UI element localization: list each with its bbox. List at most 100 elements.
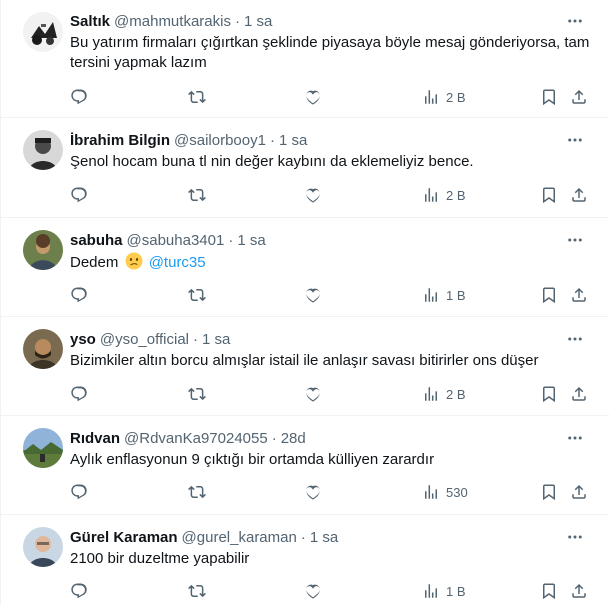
retweet-button[interactable] <box>188 580 206 602</box>
avatar[interactable] <box>23 329 63 369</box>
views-button[interactable]: 1 B <box>422 580 466 602</box>
reply-icon <box>71 187 87 203</box>
views-button[interactable]: 1 B <box>422 284 466 306</box>
bookmark-button[interactable] <box>540 184 558 206</box>
views-button[interactable]: 530 <box>422 481 468 503</box>
retweet-button[interactable] <box>188 284 206 306</box>
author-handle[interactable]: @gurel_karaman <box>182 529 297 546</box>
author-name[interactable]: Saltık <box>70 13 110 30</box>
tweet[interactable]: Saltık @mahmutkarakis · 1 sa Bu yatırım … <box>1 0 609 118</box>
share-icon <box>572 89 586 104</box>
separator-dot: · <box>193 330 199 348</box>
bookmark-button[interactable] <box>540 284 558 306</box>
action-bar: 2 B <box>1 383 609 405</box>
bookmark-icon <box>543 287 555 304</box>
more-icon[interactable] <box>564 11 586 31</box>
share-button[interactable] <box>570 580 588 602</box>
views-button[interactable]: 2 B <box>422 184 466 206</box>
timestamp[interactable]: 1 sa <box>244 13 272 30</box>
author-handle[interactable]: @yso_official <box>100 331 189 348</box>
retweet-icon <box>188 584 206 598</box>
retweet-icon <box>188 387 206 401</box>
separator-dot: · <box>228 231 234 249</box>
heart-icon <box>306 387 320 402</box>
like-button[interactable] <box>304 481 322 503</box>
avatar[interactable] <box>23 230 63 270</box>
share-button[interactable] <box>570 481 588 503</box>
separator-dot: · <box>269 131 275 149</box>
retweet-button[interactable] <box>188 383 206 405</box>
author-name[interactable]: yso <box>70 331 96 348</box>
bookmark-button[interactable] <box>540 580 558 602</box>
reply-icon <box>71 484 87 500</box>
action-bar: 530 <box>1 481 609 503</box>
more-icon[interactable] <box>564 130 586 150</box>
share-icon <box>572 187 586 202</box>
mention-link[interactable]: @turc35 <box>149 254 206 271</box>
retweet-icon <box>188 90 206 104</box>
author-name[interactable]: Rıdvan <box>70 430 120 447</box>
tweet-text: Aylık enflasyonun 9 çıktığı bir ortamda … <box>70 450 590 470</box>
confused-face-emoji-icon <box>125 252 143 270</box>
author-handle[interactable]: @RdvanKa97024055 <box>124 430 268 447</box>
share-button[interactable] <box>570 184 588 206</box>
separator-dot: · <box>271 429 277 447</box>
reply-button[interactable] <box>70 184 88 206</box>
author-name[interactable]: İbrahim Bilgin <box>70 132 170 149</box>
views-icon <box>425 288 437 302</box>
like-button[interactable] <box>304 580 322 602</box>
reply-button[interactable] <box>70 86 88 108</box>
views-count: 530 <box>446 484 468 500</box>
tweet[interactable]: yso @yso_official · 1 sa Bizimkiler altı… <box>1 318 609 416</box>
author-handle[interactable]: @sabuha3401 <box>127 232 225 249</box>
tweet-text-content: Bu yatırım firmaları çığırtkan şeklinde … <box>70 34 590 71</box>
timestamp[interactable]: 1 sa <box>279 132 307 149</box>
like-button[interactable] <box>304 184 322 206</box>
separator-dot: · <box>234 12 240 30</box>
author-handle[interactable]: @sailorbooy1 <box>174 132 266 149</box>
share-button[interactable] <box>570 383 588 405</box>
reply-icon <box>71 287 87 303</box>
tweet-text: Bizimkiler altın borcu almışlar istail i… <box>70 351 590 371</box>
views-button[interactable]: 2 B <box>422 383 466 405</box>
timestamp[interactable]: 28d <box>281 430 306 447</box>
avatar[interactable] <box>23 130 63 170</box>
timestamp[interactable]: 1 sa <box>237 232 265 249</box>
timestamp[interactable]: 1 sa <box>310 529 338 546</box>
retweet-button[interactable] <box>188 86 206 108</box>
author-name[interactable]: sabuha <box>70 232 123 249</box>
avatar[interactable] <box>23 428 63 468</box>
bookmark-icon <box>543 386 555 403</box>
share-button[interactable] <box>570 86 588 108</box>
like-button[interactable] <box>304 284 322 306</box>
more-icon[interactable] <box>564 329 586 349</box>
tweet[interactable]: Gürel Karaman @gurel_karaman · 1 sa 2100… <box>1 516 609 605</box>
timestamp[interactable]: 1 sa <box>202 331 230 348</box>
reply-button[interactable] <box>70 481 88 503</box>
avatar[interactable] <box>23 527 63 567</box>
bookmark-button[interactable] <box>540 86 558 108</box>
tweet-text-content: Bizimkiler altın borcu almışlar istail i… <box>70 352 539 369</box>
retweet-button[interactable] <box>188 481 206 503</box>
more-icon[interactable] <box>564 230 586 250</box>
tweet[interactable]: sabuha @sabuha3401 · 1 sa Dedem @turc35 … <box>1 219 609 317</box>
reply-button[interactable] <box>70 580 88 602</box>
like-button[interactable] <box>304 86 322 108</box>
retweet-button[interactable] <box>188 184 206 206</box>
tweet[interactable]: Rıdvan @RdvanKa97024055 · 28d Aylık enfl… <box>1 417 609 515</box>
tweet[interactable]: İbrahim Bilgin @sailorbooy1 · 1 sa Şenol… <box>1 119 609 218</box>
action-bar: 2 B <box>1 184 609 206</box>
bookmark-icon <box>543 187 555 204</box>
more-icon[interactable] <box>564 527 586 547</box>
share-button[interactable] <box>570 284 588 306</box>
reply-button[interactable] <box>70 284 88 306</box>
more-icon[interactable] <box>564 428 586 448</box>
bookmark-button[interactable] <box>540 481 558 503</box>
author-handle[interactable]: @mahmutkarakis <box>114 13 231 30</box>
like-button[interactable] <box>304 383 322 405</box>
views-button[interactable]: 2 B <box>422 86 466 108</box>
avatar[interactable] <box>23 12 63 52</box>
bookmark-button[interactable] <box>540 383 558 405</box>
reply-button[interactable] <box>70 383 88 405</box>
author-name[interactable]: Gürel Karaman <box>70 529 178 546</box>
